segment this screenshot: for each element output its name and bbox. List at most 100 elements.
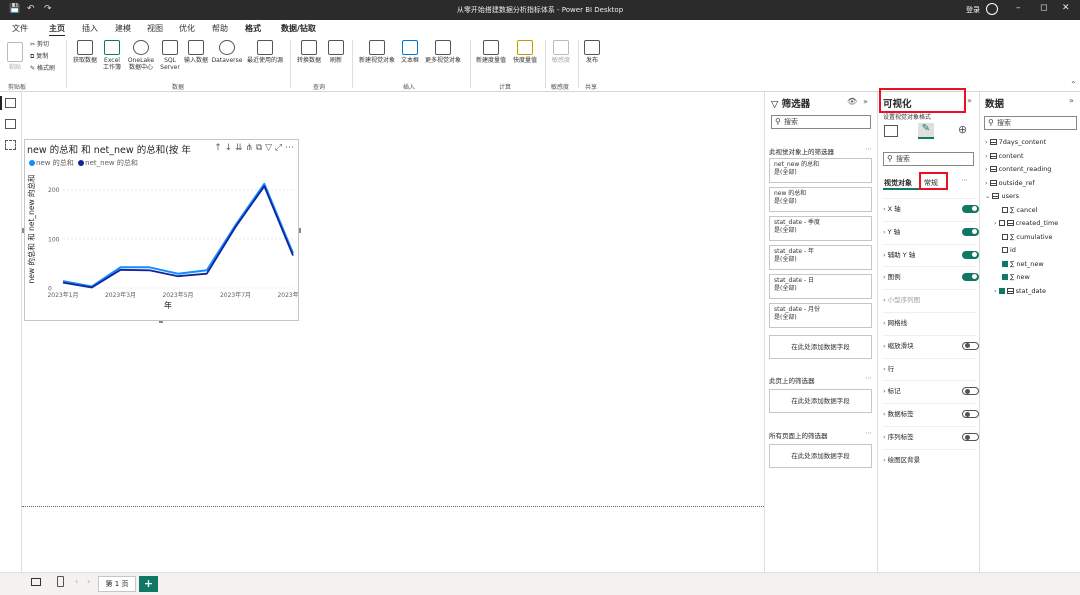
mobile-layout-icon[interactable] (57, 576, 64, 587)
sensitivity-button[interactable]: 敏感度 (549, 40, 573, 64)
data-table-item[interactable]: ⌄ users (985, 192, 1019, 200)
add-page-button[interactable]: + (139, 576, 158, 592)
toggle-switch[interactable] (962, 410, 979, 419)
format-section-row[interactable]: › 数据标签 (883, 403, 979, 425)
desktop-layout-icon[interactable] (31, 578, 41, 586)
avatar[interactable] (986, 3, 998, 15)
menu-view[interactable]: 视图 (147, 23, 163, 34)
close-button[interactable]: ✕ (1062, 3, 1070, 13)
data-field-item[interactable]: id (1002, 246, 1016, 254)
visualizations-search-input[interactable]: 搜索 (883, 152, 974, 166)
filters-search-input[interactable]: 搜索 (771, 115, 871, 129)
filter-card[interactable]: stat_date - 日是(全部) (769, 274, 872, 299)
data-search-input[interactable]: 搜索 (984, 116, 1077, 130)
menu-format[interactable]: 格式 (245, 23, 261, 34)
next-page-icon[interactable]: › (87, 577, 90, 586)
filter-card[interactable]: stat_date - 月份 是(全部) (769, 303, 872, 328)
login-link[interactable]: 登录 (966, 5, 980, 15)
dataverse-button[interactable]: Dataverse (211, 40, 243, 64)
filter-card[interactable]: net_new 的总和 是(全部) (769, 158, 872, 183)
new-visual-button[interactable]: 新建视觉对象 (356, 40, 398, 64)
report-canvas[interactable]: new 的总和 和 net_new 的总和(按 年 ↑ ↓ ⇊ ⋔ ⧉ ▽ ⤢ … (22, 92, 764, 572)
add-field-dropzone-all[interactable]: 在此处添加数据字段 (769, 444, 872, 468)
filter-card[interactable]: stat_date - 年是(全部) (769, 245, 872, 270)
report-view-icon[interactable] (5, 98, 16, 108)
filter-card[interactable]: new 的总和 是(全部) (769, 187, 872, 212)
format-section-row[interactable]: › 缩放滑块 (883, 334, 979, 357)
data-field-item[interactable]: ∑ cumulative (1002, 233, 1053, 241)
data-field-item[interactable]: ∑ new (1002, 273, 1030, 281)
textbox-button[interactable]: 文本框 (398, 40, 422, 64)
format-section-row[interactable]: › 图例 (883, 266, 979, 288)
format-section-row[interactable]: › X 轴 (883, 198, 979, 220)
data-table-item[interactable]: › content_reading (985, 165, 1051, 173)
format-section-row[interactable]: › 小型序列图 (883, 289, 977, 311)
menu-optimize[interactable]: 优化 (179, 23, 195, 34)
add-field-dropzone-visual[interactable]: 在此处添加数据字段 (769, 335, 872, 359)
refresh-button[interactable]: 刷新 (326, 40, 346, 64)
more-visuals-button[interactable]: 更多视觉对象 (422, 40, 464, 64)
visual-header-icons[interactable]: ↑ ↓ ⇊ ⋔ ⧉ ▽ ⤢ ⋯ (212, 143, 294, 153)
excel-button[interactable]: Excel 工作簿 (100, 40, 124, 71)
new-measure-button[interactable]: 新建度量值 (474, 40, 508, 64)
line-chart-visual[interactable]: new 的总和 和 net_new 的总和(按 年 ↑ ↓ ⇊ ⋔ ⧉ ▽ ⤢ … (22, 139, 301, 323)
format-section-row[interactable]: › Y 轴 (883, 220, 979, 243)
data-field-item[interactable]: ∑ net_new (1002, 260, 1044, 268)
format-section-row[interactable]: › 绘图区背景 (883, 448, 977, 471)
toggle-switch[interactable] (962, 341, 979, 350)
menu-insert[interactable]: 插入 (82, 23, 98, 34)
sql-server-button[interactable]: SQL Server (158, 40, 182, 71)
field-checkbox[interactable] (1002, 206, 1008, 213)
toggle-switch[interactable] (962, 387, 979, 396)
resize-handle[interactable] (159, 321, 163, 323)
add-field-dropzone-page[interactable]: 在此处添加数据字段 (769, 389, 872, 413)
menu-home[interactable]: 主页 (49, 23, 65, 37)
tab-visual[interactable]: 视觉对象 (884, 178, 912, 188)
field-checkbox[interactable] (1002, 247, 1008, 253)
build-visual-icon[interactable] (884, 125, 898, 137)
menu-modeling[interactable]: 建模 (115, 23, 131, 34)
field-checkbox[interactable] (1002, 260, 1008, 267)
analytics-icon[interactable]: ⊕ (958, 123, 967, 136)
format-section-row[interactable]: › 辅助 Y 轴 (883, 243, 979, 266)
table-view-icon[interactable] (5, 119, 16, 129)
prev-page-icon[interactable]: ‹ (75, 577, 78, 586)
field-checkbox[interactable] (998, 287, 1005, 294)
maximize-button[interactable]: ◻ (1040, 3, 1047, 13)
collapse-visualizations-icon[interactable]: » (967, 96, 972, 105)
format-section-row[interactable]: › 标记 (883, 380, 979, 402)
data-field-item[interactable]: › stat_date (994, 287, 1046, 295)
get-data-button[interactable]: 获取数据 (70, 40, 100, 64)
resize-handle[interactable] (22, 228, 24, 233)
page-tab[interactable]: 第 1 页 (98, 576, 136, 592)
data-table-item[interactable]: › 7days_content (985, 138, 1046, 146)
toggle-switch[interactable] (962, 250, 979, 259)
filter-card[interactable]: stat_date - 季度 是(全部) (769, 216, 872, 241)
toggle-switch[interactable] (962, 227, 979, 236)
format-section-row[interactable]: › 序列标签 (883, 426, 979, 448)
transform-data-button[interactable]: 转换数据 (294, 40, 324, 64)
publish-button[interactable]: 发布 (582, 40, 602, 64)
field-checkbox[interactable] (1002, 233, 1008, 240)
data-table-item[interactable]: › outside_ref (985, 179, 1035, 187)
field-checkbox[interactable] (1002, 274, 1008, 280)
cut-button[interactable]: ✂ 剪切 (30, 41, 49, 48)
more-options-icon[interactable]: ⋯ (961, 176, 968, 184)
toggle-switch[interactable] (962, 273, 979, 282)
paste-button[interactable]: 粘贴 (6, 42, 24, 71)
menu-file[interactable]: 文件 (12, 23, 28, 34)
menu-help[interactable]: 帮助 (212, 23, 228, 34)
recent-sources-button[interactable]: 最近使用的源 (243, 40, 287, 64)
enter-data-button[interactable]: 输入数据 (182, 40, 210, 64)
data-field-item[interactable]: ∑ cancel (1002, 206, 1037, 214)
collapse-filters-icon[interactable]: » (863, 97, 868, 106)
onelake-button[interactable]: OneLake 数据中心 (125, 40, 157, 71)
format-visual-icon[interactable]: ✎ (918, 123, 934, 139)
data-field-item[interactable]: › created_time (994, 219, 1058, 227)
toggle-switch[interactable] (962, 205, 979, 213)
format-section-row[interactable]: › 网格线 (883, 312, 977, 334)
copy-button[interactable]: ⧉ 复制 (30, 53, 48, 60)
collapse-ribbon-icon[interactable]: ⌃ (1070, 80, 1077, 89)
model-view-icon[interactable] (5, 140, 16, 150)
format-section-row[interactable]: › 行 (883, 357, 977, 380)
